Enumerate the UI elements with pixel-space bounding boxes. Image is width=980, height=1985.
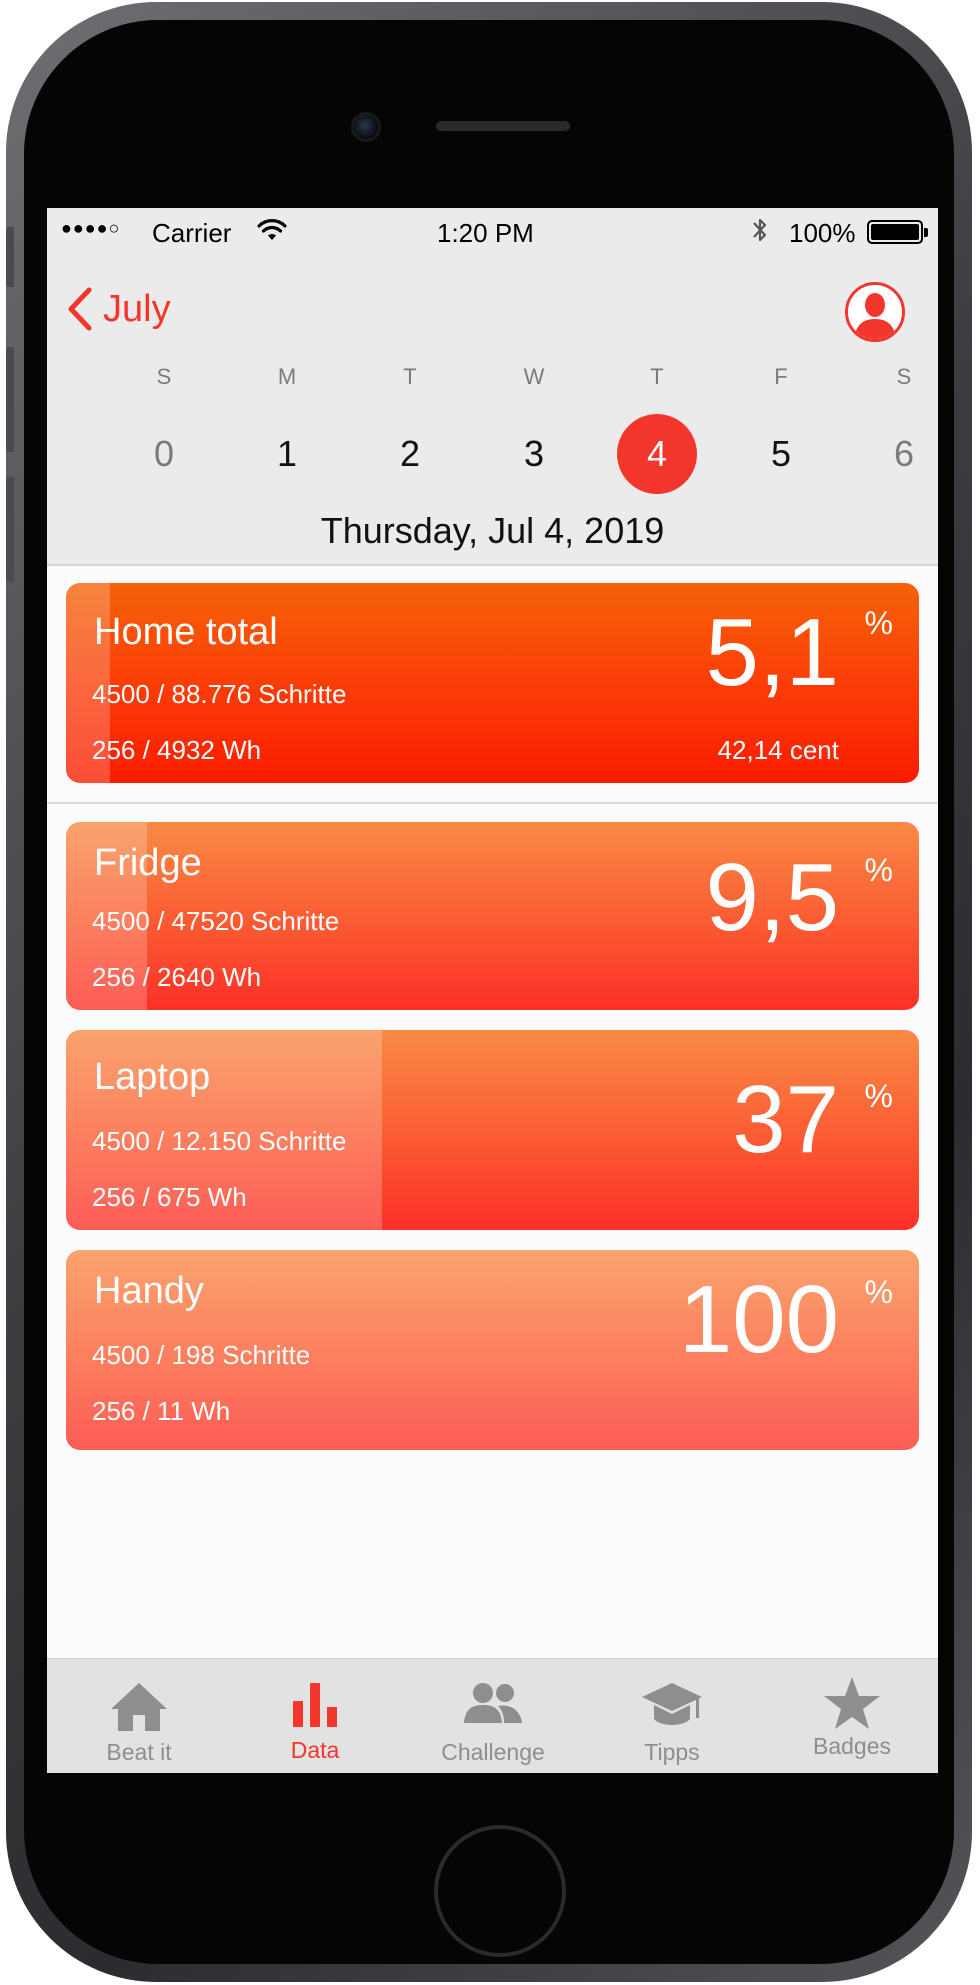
card-energy: 256 / 11 Wh bbox=[92, 1396, 231, 1426]
card-percent-unit: % bbox=[864, 852, 893, 888]
profile-button[interactable] bbox=[845, 282, 905, 342]
card-energy: 256 / 4932 Wh bbox=[92, 735, 262, 765]
day-1[interactable]: 1 bbox=[247, 414, 327, 494]
front-camera bbox=[351, 112, 381, 142]
tab-data[interactable]: Data bbox=[235, 1659, 395, 1773]
card-steps: 4500 / 88.776 Schritte bbox=[92, 679, 347, 709]
card-energy: 256 / 675 Wh bbox=[92, 1182, 247, 1212]
star-icon bbox=[824, 1677, 880, 1729]
card-energy: 256 / 2640 Wh bbox=[92, 962, 262, 992]
weekday-label: W bbox=[523, 364, 545, 389]
home-button[interactable] bbox=[434, 1825, 566, 1957]
mute-switch bbox=[6, 227, 14, 287]
card-percent-unit: % bbox=[864, 1274, 893, 1310]
tab-badges[interactable]: Badges bbox=[772, 1659, 932, 1773]
card-steps: 4500 / 198 Schritte bbox=[92, 1340, 311, 1370]
volume-down-button bbox=[6, 477, 14, 582]
back-button[interactable]: July bbox=[67, 284, 171, 334]
bluetooth-icon bbox=[753, 218, 767, 242]
device-card-handy[interactable]: Handy 4500 / 198 Schritte 256 / 11 Wh 10… bbox=[66, 1250, 919, 1450]
status-bar: ●●●●○ Carrier 1:20 PM 100% bbox=[47, 208, 938, 256]
home-icon bbox=[111, 1683, 167, 1731]
weekday-label: T bbox=[403, 364, 417, 389]
wifi-icon bbox=[257, 219, 287, 240]
tab-label: Beat it bbox=[106, 1739, 172, 1765]
battery-icon bbox=[867, 220, 928, 244]
card-title: Laptop bbox=[94, 1056, 211, 1098]
bar-chart-icon bbox=[293, 1683, 337, 1727]
card-percent-unit: % bbox=[864, 1078, 893, 1114]
card-percent-value: 37 bbox=[732, 1066, 839, 1173]
card-percent-value: 5,1 bbox=[705, 599, 839, 706]
section-divider bbox=[47, 802, 938, 804]
earpiece-speaker bbox=[436, 121, 570, 131]
carrier-name: Carrier bbox=[152, 218, 232, 248]
day-5[interactable]: 5 bbox=[741, 414, 821, 494]
card-percent-unit: % bbox=[864, 605, 893, 641]
status-time: 1:20 PM bbox=[437, 218, 534, 248]
day-3[interactable]: 3 bbox=[494, 414, 574, 494]
tab-challenge[interactable]: Challenge bbox=[413, 1659, 573, 1773]
tab-label: Badges bbox=[812, 1733, 891, 1759]
app-screen: ●●●●○ Carrier 1:20 PM 100% July S M T W … bbox=[47, 208, 938, 1773]
card-percent-value: 9,5 bbox=[705, 844, 839, 951]
weekday-label: M bbox=[277, 364, 297, 389]
weekday-label: T bbox=[650, 364, 664, 389]
card-percent-value: 100 bbox=[678, 1266, 839, 1373]
weekday-row: S M T W T F S bbox=[47, 364, 938, 394]
calendar-header: ●●●●○ Carrier 1:20 PM 100% July S M T W … bbox=[47, 208, 938, 566]
card-title: Home total bbox=[94, 611, 278, 653]
day-6[interactable]: 6 bbox=[864, 414, 938, 494]
tab-label: Challenge bbox=[441, 1739, 545, 1765]
card-cost: 42,14 cent bbox=[717, 735, 839, 765]
back-label: July bbox=[103, 287, 171, 330]
user-avatar-icon bbox=[848, 285, 902, 339]
volume-up-button bbox=[6, 347, 14, 452]
tab-label: Data bbox=[290, 1737, 340, 1763]
home-total-card[interactable]: Home total 4500 / 88.776 Schritte 256 / … bbox=[66, 583, 919, 783]
day-0[interactable]: 0 bbox=[124, 414, 204, 494]
tab-tipps[interactable]: Tipps bbox=[592, 1659, 752, 1773]
weekday-label: S bbox=[896, 364, 912, 389]
day-2[interactable]: 2 bbox=[370, 414, 450, 494]
battery-percent: 100% bbox=[789, 218, 856, 248]
card-steps: 4500 / 47520 Schritte bbox=[92, 906, 340, 936]
device-card-fridge[interactable]: Fridge 4500 / 47520 Schritte 256 / 2640 … bbox=[66, 822, 919, 1010]
card-title: Handy bbox=[94, 1270, 204, 1312]
device-card-laptop[interactable]: Laptop 4500 / 12.150 Schritte 256 / 675 … bbox=[66, 1030, 919, 1230]
tab-label: Tipps bbox=[644, 1739, 700, 1765]
graduation-cap-icon bbox=[642, 1683, 702, 1725]
weekday-label: F bbox=[774, 364, 788, 389]
weekday-label: S bbox=[156, 364, 172, 389]
day-row: 0 1 2 3 4 5 6 bbox=[47, 414, 938, 494]
card-title: Fridge bbox=[94, 842, 202, 884]
group-icon bbox=[464, 1683, 522, 1723]
tab-beat-it[interactable]: Beat it bbox=[59, 1659, 219, 1773]
chevron-left-icon bbox=[68, 287, 92, 331]
card-steps: 4500 / 12.150 Schritte bbox=[92, 1126, 347, 1156]
tab-bar: Beat it Data Challenge Tipps Badges bbox=[47, 1658, 938, 1773]
day-4-selected[interactable]: 4 bbox=[617, 414, 697, 494]
signal-strength: ●●●●○ bbox=[61, 218, 121, 238]
selected-date-title: Thursday, Jul 4, 2019 bbox=[320, 510, 665, 551]
